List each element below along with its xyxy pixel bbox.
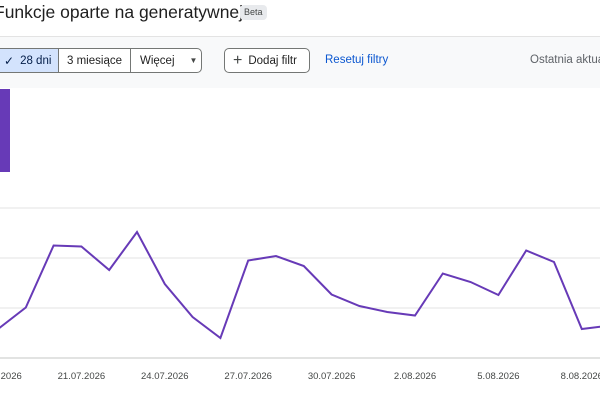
data-point-0-21[interactable]: [579, 326, 585, 332]
title-bar: Funkcje oparte na generatywnej AI Beta: [0, 0, 600, 36]
data-point-0-3[interactable]: [78, 244, 84, 250]
data-point-0-16[interactable]: [440, 271, 446, 277]
page-title: Funkcje oparte na generatywnej AI: [0, 2, 264, 22]
data-point-0-6[interactable]: [162, 281, 168, 287]
filter-bar: ✓ 28 dni 3 miesiące Więcej ▼ + Dodaj fil…: [0, 36, 600, 88]
data-point-0-12[interactable]: [329, 292, 335, 298]
line-chart: 18.07.2026 21.07.2026 24.07.2026 27.07.2026…: [0, 207, 600, 382]
caret-down-icon: ▼: [189, 56, 198, 65]
x-tick-label-1: 21.07.2026: [58, 371, 106, 382]
series-line-0: [0, 230, 600, 340]
last-updated-text: Ostatnia aktua: [530, 54, 600, 66]
data-point-0-8[interactable]: [217, 335, 223, 341]
data-point-0-18[interactable]: [495, 292, 501, 298]
data-point-0-10[interactable]: [273, 253, 279, 259]
range-3-months-button[interactable]: 3 miesiące: [59, 49, 131, 72]
data-point-0-17[interactable]: [468, 279, 474, 285]
data-point-0-1[interactable]: [23, 305, 29, 311]
chart-area: 18.07.2026 21.07.2026 24.07.2026 27.07.2026…: [0, 88, 600, 400]
range-28-days-label: 28 dni: [20, 54, 52, 67]
data-point-0-11[interactable]: [301, 263, 307, 269]
beta-badge: Beta: [240, 5, 267, 20]
x-tick-label-4: 30.07.2026: [308, 371, 356, 382]
x-tick-label-7: 8.08.2026: [561, 371, 600, 382]
add-filter-label: Dodaj filtr: [248, 54, 297, 67]
reset-filters-link[interactable]: Resetuj filtry: [325, 54, 388, 66]
range-more-label: Więcej: [140, 54, 175, 67]
range-more-dropdown[interactable]: Więcej ▼: [131, 49, 201, 72]
data-point-0-5[interactable]: [134, 229, 140, 235]
data-point-0-14[interactable]: [384, 309, 390, 315]
x-tick-label-6: 5.08.2026: [477, 371, 519, 382]
check-icon: ✓: [4, 53, 15, 68]
add-filter-button[interactable]: + Dodaj filtr: [224, 48, 310, 73]
data-point-0-15[interactable]: [412, 313, 418, 319]
data-point-0-20[interactable]: [551, 259, 557, 265]
data-point-0-2[interactable]: [51, 243, 57, 249]
data-point-0-7[interactable]: [190, 314, 196, 320]
x-tick-label-5: 2.08.2026: [394, 371, 436, 382]
data-point-0-19[interactable]: [523, 248, 529, 254]
data-point-0-13[interactable]: [356, 303, 362, 309]
data-point-0-9[interactable]: [245, 258, 251, 264]
series-color-swatch[interactable]: [0, 89, 10, 172]
x-tick-label-0: 18.07.2026: [0, 371, 22, 382]
x-tick-label-2: 24.07.2026: [141, 371, 189, 382]
range-3-months-label: 3 miesiące: [67, 54, 122, 67]
range-28-days-button[interactable]: ✓ 28 dni: [0, 49, 59, 72]
date-range-selector: ✓ 28 dni 3 miesiące Więcej ▼: [0, 48, 202, 73]
data-point-0-4[interactable]: [106, 267, 112, 273]
x-tick-label-3: 27.07.2026: [224, 371, 272, 382]
plus-icon: +: [233, 51, 243, 69]
